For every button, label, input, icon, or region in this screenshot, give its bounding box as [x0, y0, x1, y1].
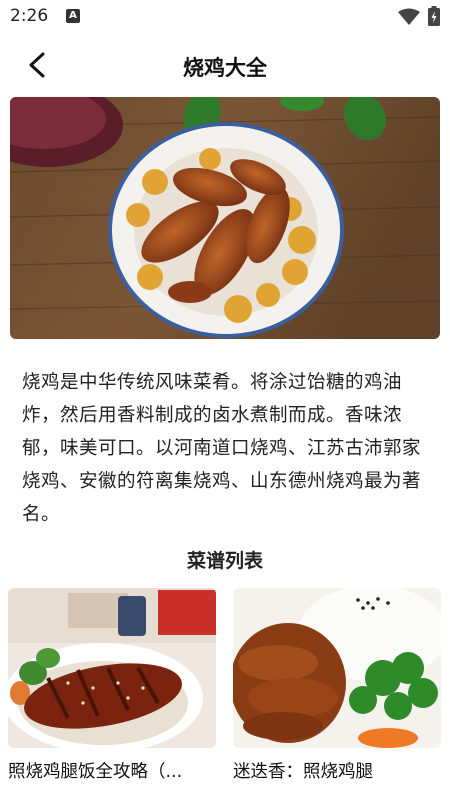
recipe-image	[233, 588, 441, 748]
recipe-title: 照烧鸡腿饭全攻略（...	[8, 762, 183, 782]
battery-icon	[428, 6, 440, 26]
page-title: 烧鸡大全	[183, 56, 267, 80]
section-title: 菜谱列表	[186, 550, 263, 572]
recipe-card[interactable]: 迷迭香：照烧鸡腿	[233, 588, 441, 783]
recipe-card[interactable]: 照烧鸡腿饭全攻略（...	[8, 588, 216, 783]
description-text: 烧鸡是中华传统风味菜肴。将涂过饴糖的鸡油炸，然后用香料制成的卤水煮制而成。香味浓…	[22, 372, 422, 525]
status-bar: 2:26 A	[0, 0, 450, 34]
hero-image	[10, 97, 440, 339]
recipe-image	[8, 588, 216, 748]
recipe-title: 迷迭香：照烧鸡腿	[233, 762, 373, 782]
status-time: 2:26	[10, 6, 49, 26]
wifi-icon	[398, 8, 420, 25]
app-bar: 烧鸡大全	[0, 34, 450, 96]
notification-a-icon: A	[66, 9, 80, 23]
